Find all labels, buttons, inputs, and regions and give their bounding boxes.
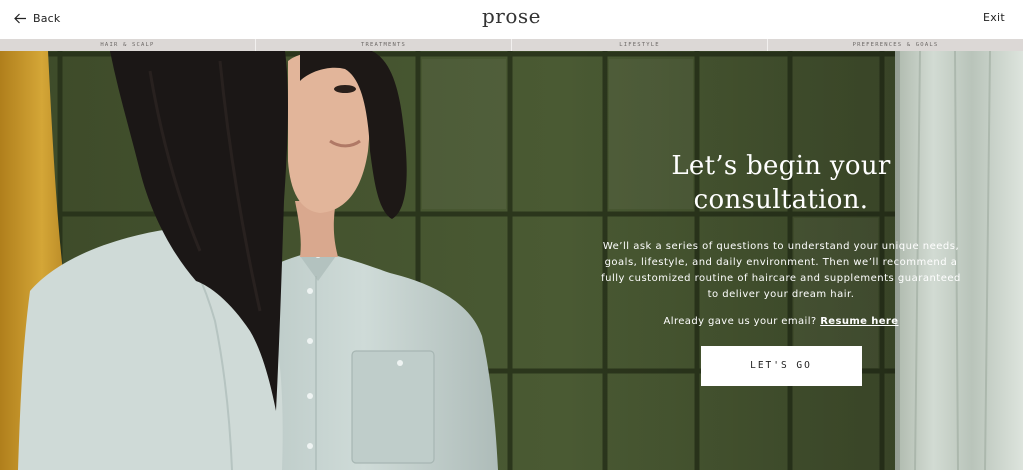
step-treatments: TREATMENTS	[256, 39, 512, 51]
resume-prompt: Already gave us your email? Resume here	[600, 316, 962, 327]
hero-description: We’ll ask a series of questions to under…	[601, 241, 961, 300]
resume-here-link[interactable]: Resume here	[820, 316, 898, 327]
hero-title-line-1: Let’s begin your	[671, 151, 891, 181]
step-preferences-goals: PREFERENCES & GOALS	[852, 42, 939, 48]
prose-logo[interactable]: prose	[0, 4, 1023, 28]
progress-steps: HAIR & SCALP TREATMENTS LIFESTYLE PREFER…	[0, 39, 1023, 51]
consultation-intro: Let’s begin your consultation. We’ll ask…	[600, 149, 962, 386]
step-lifestyle: LIFESTYLE	[512, 39, 768, 51]
lets-go-button[interactable]: LET'S GO	[700, 346, 862, 386]
exit-button[interactable]: Exit	[983, 11, 1005, 24]
resume-prompt-text: Already gave us your email?	[663, 316, 817, 327]
step-hair-scalp: HAIR & SCALP	[0, 39, 256, 51]
hero-title: Let’s begin your consultation.	[600, 149, 962, 217]
top-bar: Back prose Exit	[0, 0, 1023, 38]
hero-title-line-2: consultation.	[693, 185, 869, 215]
hero-section: Let’s begin your consultation. We’ll ask…	[0, 51, 1023, 470]
